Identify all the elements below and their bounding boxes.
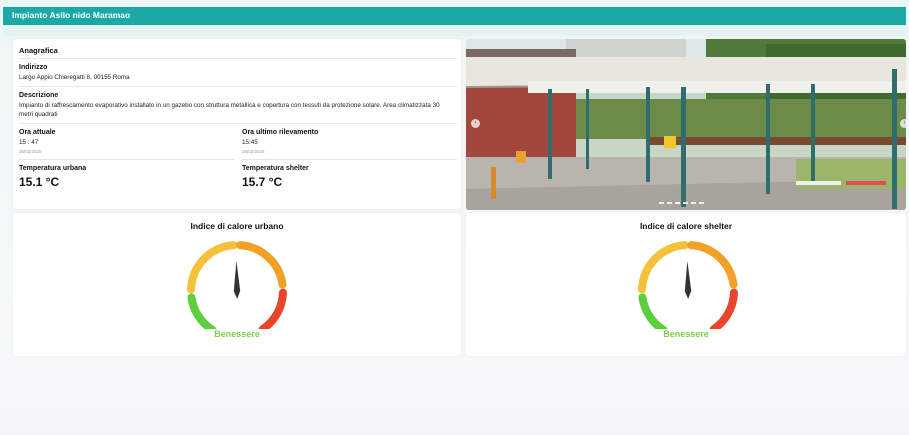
shelter-heat-index-card: Indice di calore shelter Benessere bbox=[466, 213, 906, 356]
gauge-segment-yellow bbox=[187, 241, 238, 294]
gazebo-photo bbox=[466, 39, 906, 210]
shelter-heat-gauge bbox=[638, 241, 738, 329]
dashboard-page: Impianto Asilo nido Maramao Anagrafica I… bbox=[0, 0, 909, 435]
current-time-value: 15 : 47 bbox=[19, 138, 39, 146]
urban-heat-index-card: Indice di calore urbano Benessere bbox=[13, 213, 461, 356]
urban-temp-block: Temperatura urbana 15.1 °C bbox=[19, 160, 242, 189]
gauge-needle bbox=[684, 261, 692, 299]
last-reading-label: Ora ultimo rilevamento bbox=[242, 128, 319, 136]
urban-heat-gauge bbox=[187, 241, 287, 329]
current-time-label: Ora attuale bbox=[19, 128, 56, 136]
gauge-segment-green bbox=[187, 293, 217, 329]
urban-temp-value: 15.1 °C bbox=[19, 175, 60, 189]
gauge-segment-green bbox=[638, 293, 668, 329]
anagrafica-title: Anagrafica bbox=[19, 46, 58, 55]
page-title: Impianto Asilo nido Maramao bbox=[12, 10, 131, 20]
header-band bbox=[3, 25, 906, 36]
time-row: Ora attuale 15 : 47 26/02/2025 Ora ultim… bbox=[19, 124, 457, 155]
carousel-prev-button[interactable]: ‹ bbox=[471, 119, 480, 128]
gauge-segment-orange bbox=[236, 241, 287, 289]
gauge-segment-yellow bbox=[638, 241, 689, 294]
address-value: Largo Appio Chieregatti 8, 00155 Roma bbox=[19, 74, 130, 81]
description-value: Impianto di raffrescamento evaporativo i… bbox=[19, 101, 440, 119]
anagrafica-card: Anagrafica Indirizzo Largo Appio Chiereg… bbox=[13, 39, 461, 209]
last-reading-date: 26/02/2025 bbox=[242, 149, 265, 154]
address-label: Indirizzo bbox=[19, 64, 48, 71]
carousel-next-button[interactable]: › bbox=[900, 119, 906, 128]
gauge-segment-orange bbox=[687, 241, 738, 289]
current-date: 26/02/2025 bbox=[19, 149, 42, 154]
divider bbox=[19, 58, 457, 59]
shelter-temp-block: Temperatura shelter 15.7 °C bbox=[242, 160, 457, 189]
shelter-heat-status: Benessere bbox=[663, 329, 709, 339]
chevron-right-icon: › bbox=[903, 120, 906, 126]
shelter-heat-index-title: Indice di calore shelter bbox=[639, 221, 733, 231]
urban-heat-status: Benessere bbox=[214, 329, 260, 339]
page-background bbox=[0, 360, 909, 435]
temperature-row: Temperatura urbana 15.1 °C Temperatura s… bbox=[19, 160, 457, 189]
gauge-needle bbox=[233, 261, 241, 299]
site-photo-carousel[interactable]: ‹ › bbox=[466, 39, 906, 210]
last-reading-block: Ora ultimo rilevamento 15:45 26/02/2025 bbox=[242, 124, 457, 155]
divider bbox=[19, 85, 457, 87]
current-time-block: Ora attuale 15 : 47 26/02/2025 bbox=[19, 124, 242, 155]
last-reading-value: 15:45 bbox=[242, 138, 258, 146]
chevron-left-icon: ‹ bbox=[474, 120, 477, 126]
gauge-segment-red bbox=[258, 288, 287, 329]
gauge-segment-red bbox=[709, 288, 738, 329]
urban-temp-label: Temperatura urbana bbox=[19, 165, 87, 172]
urban-heat-index-title: Indice di calore urbano bbox=[190, 221, 284, 231]
page-header: Impianto Asilo nido Maramao bbox=[3, 7, 906, 25]
description-label: Descrizione bbox=[19, 91, 59, 99]
shelter-temp-label: Temperatura shelter bbox=[242, 165, 309, 172]
shelter-temp-value: 15.7 °C bbox=[242, 175, 283, 189]
